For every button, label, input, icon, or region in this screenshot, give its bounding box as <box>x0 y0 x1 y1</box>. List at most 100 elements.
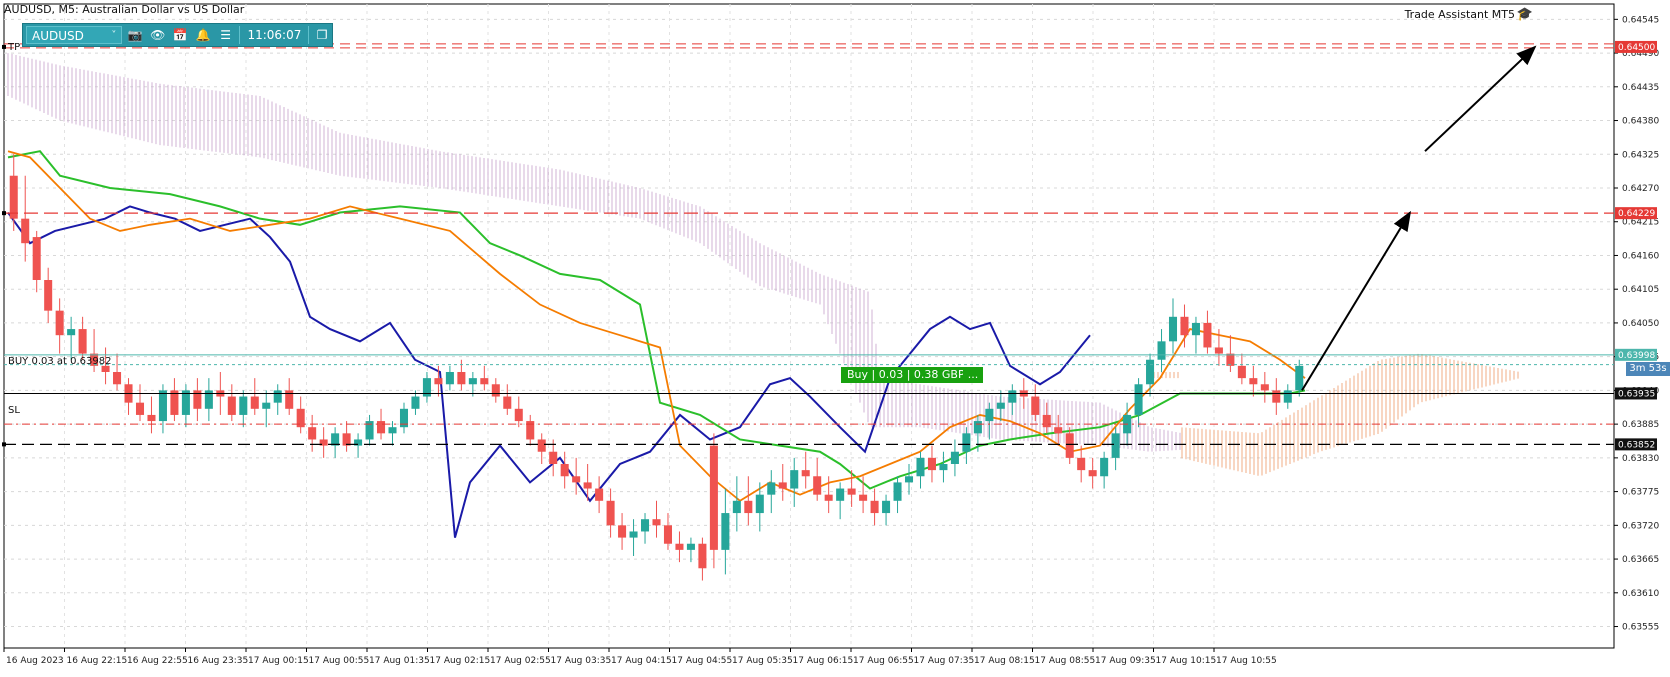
candle-body <box>1065 433 1074 458</box>
price-chart[interactable]: 0.645450.644900.644350.643800.643250.642… <box>0 0 1670 677</box>
candle-body <box>618 525 627 538</box>
candle-body <box>813 476 822 495</box>
candle-body <box>985 408 994 422</box>
candle-body <box>147 414 156 422</box>
eye-icon[interactable]: 👁 <box>148 26 168 44</box>
candle-body <box>870 500 879 514</box>
candle-body <box>595 488 604 501</box>
x-tick-label: 17 Aug 02:15 <box>430 656 491 666</box>
candle-body <box>801 470 810 477</box>
y-tick-label: 0.64215 <box>1622 218 1659 228</box>
y-tick-label: 0.63885 <box>1622 420 1659 430</box>
candle-body <box>1191 322 1200 336</box>
candle-body <box>1111 433 1120 458</box>
candle-body <box>1180 316 1189 336</box>
candle-body <box>445 372 454 385</box>
candle-body <box>1272 390 1281 403</box>
y-tick-label: 0.63555 <box>1622 623 1659 633</box>
candle-body <box>652 519 661 526</box>
candle-body <box>388 427 397 434</box>
candle-body <box>744 500 753 514</box>
sl-label: SL <box>8 405 20 416</box>
tp-marker <box>2 44 6 49</box>
bar-countdown: 3m 53s <box>1626 362 1670 376</box>
candle-body <box>1134 384 1143 415</box>
candle-body <box>560 464 569 477</box>
candle-body <box>767 482 776 495</box>
candle-body <box>1283 390 1292 403</box>
chart-title: AUDUSD, M5: Australian Dollar vs US Doll… <box>4 3 245 16</box>
candle-body <box>308 427 317 440</box>
camera-icon[interactable]: 📷 <box>125 26 145 44</box>
candle-body <box>503 396 512 409</box>
window-icon[interactable]: ❐ <box>312 26 332 44</box>
candle-body <box>824 494 833 501</box>
x-tick-label: 16 Aug 23:35 <box>188 656 249 666</box>
price-tag-label: 0.63935 <box>1618 389 1655 399</box>
y-tick-label: 0.64325 <box>1622 150 1659 160</box>
candle-body <box>67 329 76 336</box>
candle-body <box>755 494 764 514</box>
candle-body <box>113 372 122 385</box>
candle-body <box>778 482 787 489</box>
candle-body <box>916 457 925 477</box>
candle-body <box>1237 365 1246 379</box>
y-tick-label: 0.63610 <box>1622 589 1659 599</box>
candle-body <box>686 543 695 550</box>
y-tick-label: 0.64545 <box>1622 15 1659 25</box>
buy-trade-more-button[interactable]: ... <box>963 367 983 383</box>
candle-body <box>790 470 799 489</box>
candle-body <box>1226 353 1235 366</box>
candle-body <box>1042 414 1051 428</box>
candle-body <box>411 396 420 409</box>
symbol-select[interactable]: AUDUSD ˅ <box>26 26 123 44</box>
y-tick-label: 0.64380 <box>1622 117 1659 127</box>
menu-icon[interactable]: ☰ <box>216 26 236 44</box>
candle-body <box>262 402 271 409</box>
candle-body <box>170 390 179 415</box>
candle-body <box>836 488 845 501</box>
buy-trade-badge[interactable]: Buy | 0.03 | 0.38 GBP <box>841 367 971 383</box>
x-tick-label: 17 Aug 09:35 <box>1095 656 1156 666</box>
y-tick-label: 0.63720 <box>1622 521 1659 531</box>
candle-body <box>21 218 30 244</box>
chart-window: 0.64545 0.64490 0.64435 0.64380 0.64325 0.642… <box>0 0 1670 677</box>
graduation-cap-icon[interactable]: 🎓 <box>1517 7 1533 22</box>
candle-body <box>158 390 167 422</box>
candle-body <box>1146 359 1155 385</box>
candle-body <box>859 494 868 501</box>
y-tick-label: 0.64050 <box>1622 319 1659 329</box>
calendar-icon[interactable]: 📅 <box>171 26 191 44</box>
candle-body <box>181 390 190 415</box>
candle-body <box>721 513 730 550</box>
candle-body <box>227 396 236 415</box>
x-tick-label: 17 Aug 00:55 <box>309 656 370 666</box>
x-tick-label: 17 Aug 04:55 <box>672 656 733 666</box>
clock-time: 11:06:07 <box>239 26 310 44</box>
y-tick-label: 0.63830 <box>1622 454 1659 464</box>
candle-body <box>1214 347 1223 354</box>
price-tag-label: 0.64229 <box>1618 209 1655 219</box>
candle-body <box>973 421 982 434</box>
candle-body <box>55 310 64 336</box>
x-tick-label: 17 Aug 02:55 <box>490 656 551 666</box>
candle-body <box>641 519 650 532</box>
candle-body <box>78 329 87 354</box>
candle-body <box>491 384 500 397</box>
candle-body <box>1077 457 1086 471</box>
x-tick-label: 17 Aug 06:55 <box>853 656 914 666</box>
x-tick-label: 16 Aug 2023 <box>6 656 64 666</box>
price-tag-label: 0.63852 <box>1618 440 1655 450</box>
candle-body <box>1054 427 1063 434</box>
candle-body <box>480 378 489 385</box>
x-tick-label: 17 Aug 06:15 <box>793 656 854 666</box>
bell-icon[interactable]: 🔔 <box>193 26 213 44</box>
candle-body <box>904 476 914 483</box>
candle-body <box>927 457 936 471</box>
trade-assistant-label[interactable]: Trade Assistant MT5 <box>1405 8 1515 21</box>
candle-body <box>468 378 477 385</box>
x-tick-label: 17 Aug 08:15 <box>974 656 1035 666</box>
candle-body <box>1157 341 1166 360</box>
candle-body <box>434 378 443 385</box>
candle-body <box>135 402 145 415</box>
